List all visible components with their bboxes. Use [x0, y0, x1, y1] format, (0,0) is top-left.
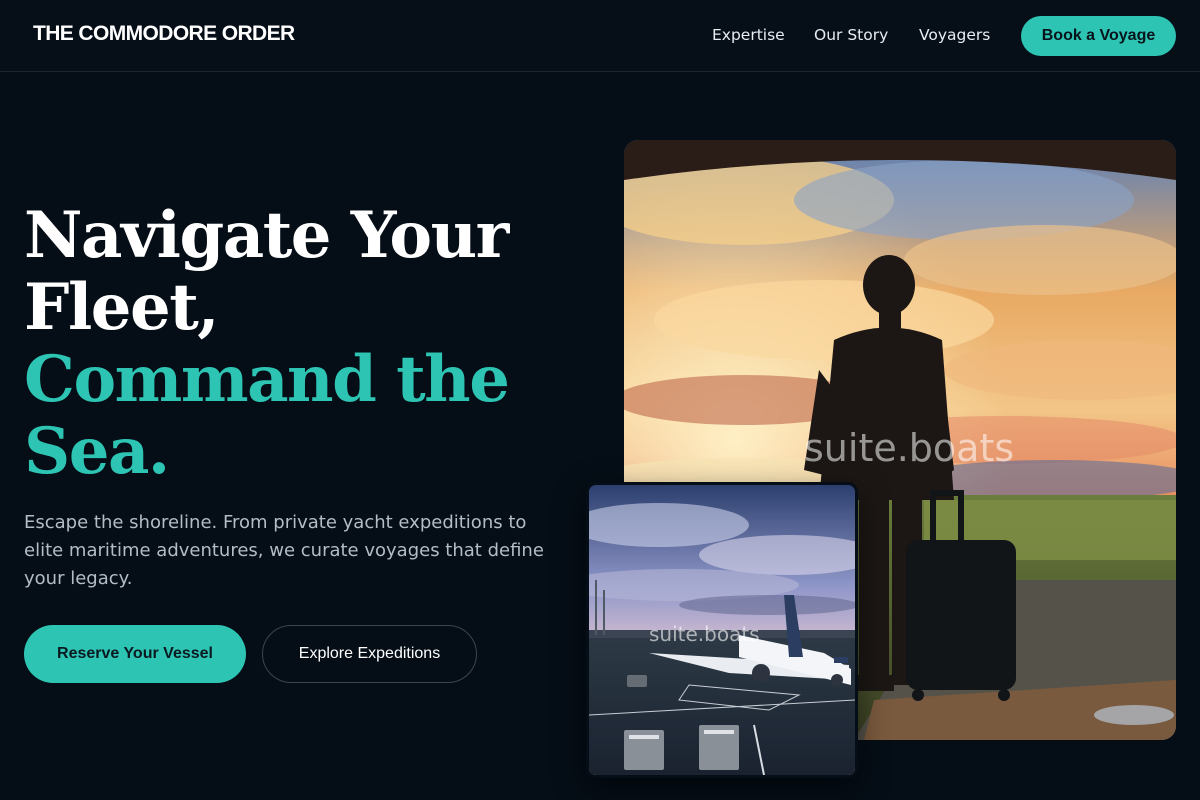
hero-title-accent-line-1: Command the: [24, 342, 510, 417]
nav-link-expertise[interactable]: Expertise: [712, 26, 785, 44]
nav-link-our-story[interactable]: Our Story: [814, 26, 888, 44]
nav-link-voyagers[interactable]: Voyagers: [919, 26, 990, 44]
hero-title-line-1: Navigate Your: [24, 198, 509, 273]
explore-expeditions-button[interactable]: Explore Expeditions: [262, 625, 477, 683]
reserve-vessel-button[interactable]: Reserve Your Vessel: [24, 625, 246, 683]
top-navigation-bar: THE COMMODORE ORDER Expertise Our Story …: [0, 0, 1200, 72]
hero-title-line-2: Fleet,: [24, 270, 220, 345]
airport-runway-photo: suite.boats: [586, 482, 858, 778]
book-voyage-button[interactable]: Book a Voyage: [1021, 16, 1176, 56]
hero-title: Navigate Your Fleet, Command the Sea.: [24, 200, 584, 488]
hero-title-accent-line-2: Sea.: [24, 414, 170, 489]
hero-subtitle: Escape the shoreline. From private yacht…: [24, 512, 544, 589]
brand-logo[interactable]: THE COMMODORE ORDER: [33, 22, 295, 46]
airplane-runway-illustration: [589, 485, 855, 775]
